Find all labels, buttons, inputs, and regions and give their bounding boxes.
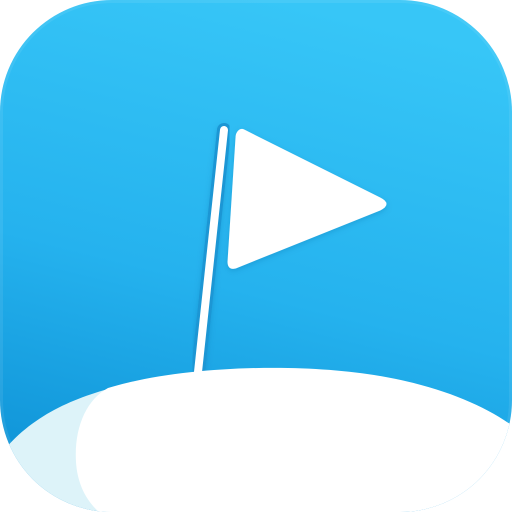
- app-icon[interactable]: [0, 0, 512, 512]
- app-icon-graphic: [0, 0, 512, 512]
